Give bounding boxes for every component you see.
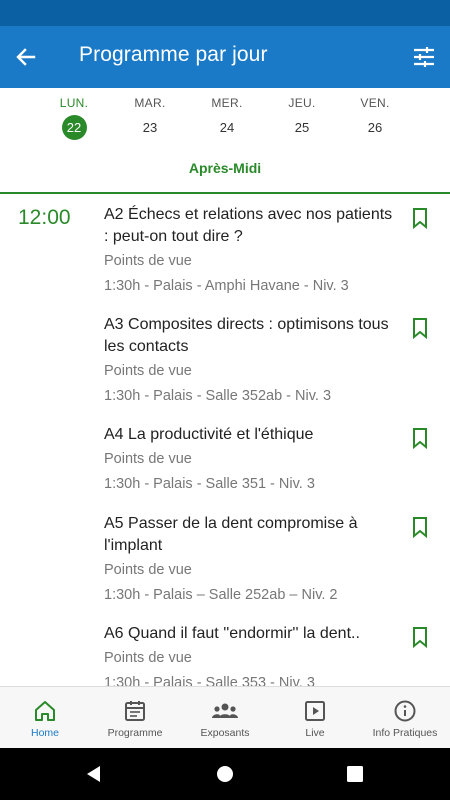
session-location: 1:30h - Palais - Amphi Havane - Niv. 3 [104, 278, 349, 294]
day-number: 24 [219, 120, 235, 135]
session-category: Points de vue [104, 562, 192, 578]
session-title: A2 Échecs et relations avec nos patients… [104, 206, 393, 245]
session-category: Points de vue [104, 363, 192, 379]
session-item[interactable]: A6 Quand il faut ''endormir'' la dent.. … [104, 623, 394, 686]
day-number: 22 [61, 115, 87, 140]
system-back-button[interactable] [82, 762, 106, 786]
system-navigation-bar [0, 748, 450, 800]
session-category: Points de vue [104, 451, 192, 467]
triangle-back-icon [87, 766, 100, 782]
day-tab-thu[interactable]: JEU. 25 [272, 88, 332, 146]
nav-programme[interactable]: Programme [90, 687, 180, 749]
day-number: 25 [294, 120, 310, 135]
bookmark-button[interactable] [408, 515, 432, 539]
session-location: 1:30h - Palais - Salle 353 - Niv. 3 [104, 675, 315, 686]
session-category: Points de vue [104, 650, 192, 666]
home-icon [35, 701, 55, 721]
day-tab-mon[interactable]: LUN. 22 [44, 88, 104, 146]
nav-label: Programme [107, 727, 163, 739]
back-button[interactable] [10, 41, 42, 73]
session-location: 1:30h - Palais - Salle 351 - Niv. 3 [104, 476, 315, 492]
info-icon [394, 700, 416, 722]
period-header: Après-Midi [188, 160, 262, 176]
filter-button[interactable] [408, 41, 440, 73]
session-item[interactable]: A3 Composites directs : optimisons tous … [104, 314, 394, 404]
circle-home-icon [217, 766, 233, 782]
bookmark-button[interactable] [408, 206, 432, 230]
app-bar: Programme par jour [0, 26, 450, 88]
nav-live[interactable]: Live [270, 687, 360, 749]
session-title: A6 Quand il faut ''endormir'' la dent.. [104, 625, 360, 642]
sliders-icon [414, 47, 434, 67]
nav-label: Home [30, 727, 59, 739]
nav-exposants[interactable]: Exposants [180, 687, 270, 749]
nav-label: Info Pratiques [372, 727, 438, 739]
day-name: MAR. [134, 96, 166, 110]
day-name: JEU. [288, 96, 316, 110]
nav-info[interactable]: Info Pratiques [360, 687, 450, 749]
session-location: 1:30h - Palais - Salle 352ab - Niv. 3 [104, 388, 332, 404]
play-icon [305, 701, 325, 721]
session-item[interactable]: A2 Échecs et relations avec nos patients… [104, 204, 394, 294]
nav-home[interactable]: Home [0, 687, 90, 749]
people-icon [212, 703, 238, 718]
bottom-navigation: Home Programme Exposants Live Info Prati… [0, 686, 450, 748]
system-home-button[interactable] [213, 762, 237, 786]
session-title: A5 Passer de la dent compromise à l'impl… [104, 515, 358, 554]
day-name: VEN. [360, 96, 390, 110]
day-name: LUN. [59, 96, 89, 110]
bookmark-icon [413, 517, 427, 539]
bookmark-icon [413, 318, 427, 340]
day-tab-fri[interactable]: VEN. 26 [345, 88, 405, 146]
day-tab-tue[interactable]: MAR. 23 [120, 88, 180, 146]
square-recents-icon [347, 766, 363, 782]
arrow-left-icon [16, 48, 36, 66]
session-title: A4 La productivité et l'éthique [104, 426, 314, 443]
session-item[interactable]: A4 La productivité et l'éthique Points d… [104, 424, 394, 492]
day-number: 26 [367, 120, 383, 135]
time-slot: 12:00 [18, 206, 71, 229]
day-selector: LUN. 22 MAR. 23 MER. 24 JEU. 25 VEN. 26 [0, 88, 450, 146]
bookmark-icon [413, 208, 427, 230]
bookmark-button[interactable] [408, 625, 432, 649]
day-tab-wed[interactable]: MER. 24 [197, 88, 257, 146]
page-title: Programme par jour [79, 43, 268, 66]
calendar-icon [125, 701, 145, 721]
status-bar [0, 0, 450, 26]
session-list: 12:00 A2 Échecs et relations avec nos pa… [0, 194, 450, 686]
session-location: 1:30h - Palais – Salle 252ab – Niv. 2 [104, 587, 338, 603]
bookmark-icon [413, 428, 427, 450]
session-title: A3 Composites directs : optimisons tous … [104, 316, 389, 355]
bookmark-button[interactable] [408, 316, 432, 340]
nav-label: Exposants [200, 727, 250, 739]
day-name: MER. [211, 96, 243, 110]
session-item[interactable]: A5 Passer de la dent compromise à l'impl… [104, 513, 394, 603]
nav-label: Live [305, 727, 325, 739]
bookmark-button[interactable] [408, 426, 432, 450]
bookmark-icon [413, 627, 427, 649]
day-number: 23 [142, 120, 158, 135]
session-category: Points de vue [104, 253, 192, 269]
system-recents-button[interactable] [343, 762, 367, 786]
